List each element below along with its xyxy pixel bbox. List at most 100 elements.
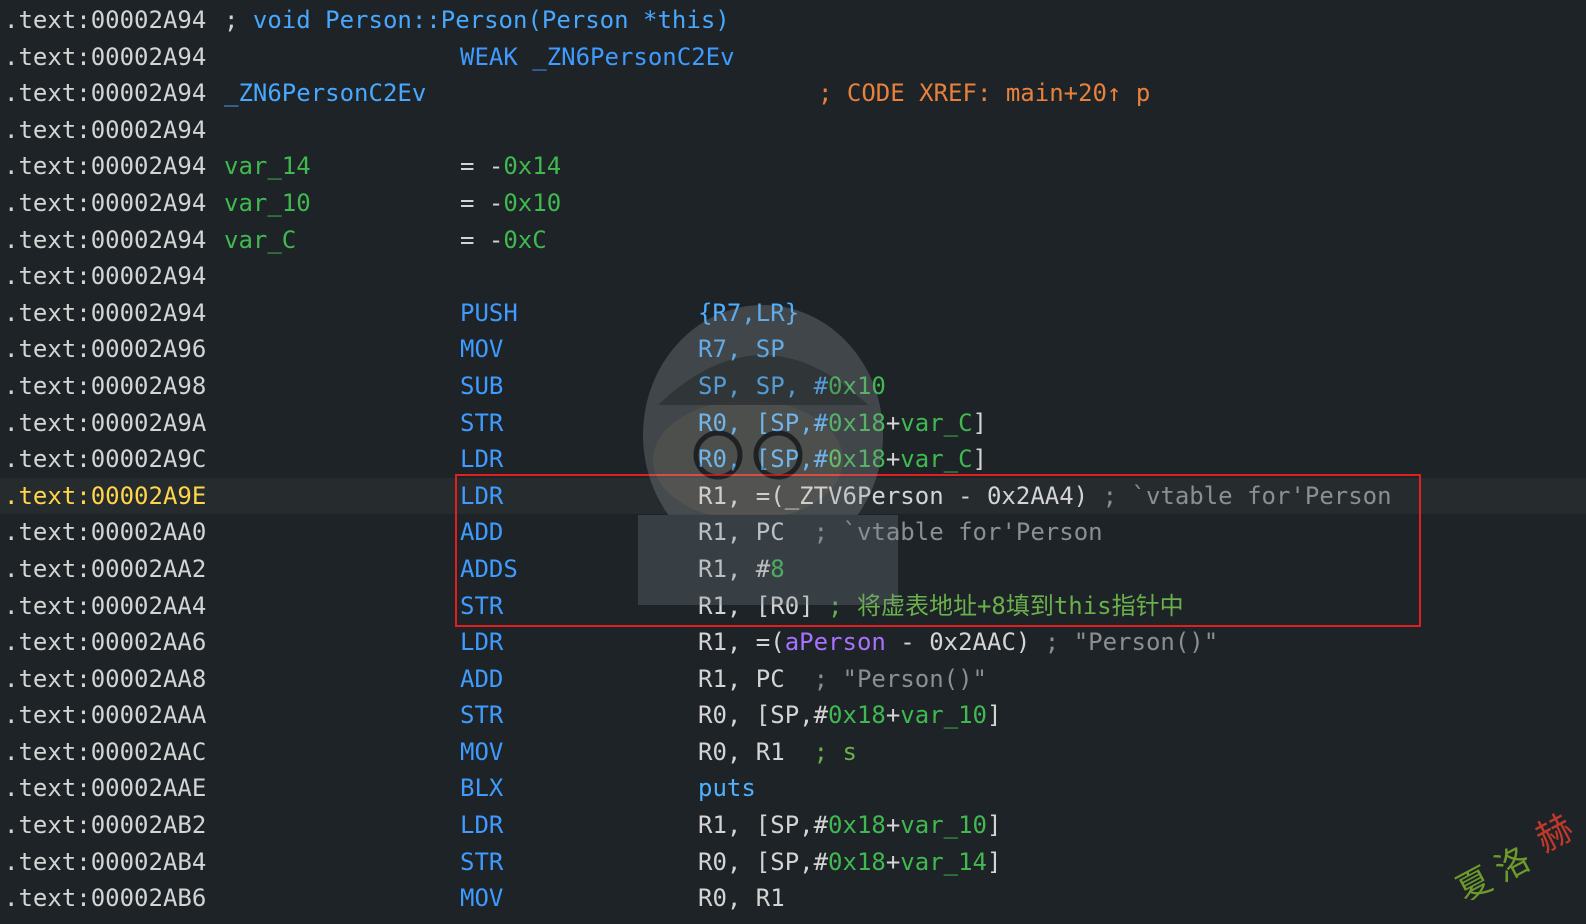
operands[interactable]: R1, #8 [698,551,785,588]
code-xref-comment[interactable]: ; CODE XREF: main+20↑ p [818,75,1150,112]
operand-part: R1, [R0] [698,591,814,620]
stack-var-row[interactable]: .text:00002A94 var_14 = -0x14 [0,148,1586,185]
function-signature-comment: ; void Person::Person(Person *this) [224,2,730,39]
address: .text:00002AA0 [4,518,207,547]
instruction-row[interactable]: .text:00002AAE BLX puts [0,770,1586,807]
operands[interactable]: R1, PC ; `vtable for'Person [698,514,1103,551]
operand-part: var_14 [900,847,987,876]
mnemonic[interactable]: STR [460,844,503,881]
operands[interactable]: SP, SP, #0x10 [698,368,886,405]
operands[interactable]: R0, [SP,#0x18+var_C] [698,441,987,478]
operands[interactable]: R1, [R0] ; 将虚表地址+8填到this指针中 [698,588,1184,625]
listing-row[interactable]: .text:00002A94 [0,112,1586,149]
operand-part: - 0x2AAC) [885,628,1031,657]
mnemonic[interactable]: MOV [460,331,503,368]
operands[interactable]: R0, [SP,#0x18+var_10] [698,697,1001,734]
weak-directive[interactable]: WEAK _ZN6PersonC2Ev [460,39,735,76]
instruction-row[interactable]: .text:00002AA0 ADD R1, PC ; `vtable for'Pe… [0,514,1586,551]
mnemonic[interactable]: MOV [460,734,503,771]
operands[interactable]: R0, R1 [698,880,785,917]
mnemonic[interactable]: STR [460,405,503,442]
operand-part: ] [972,445,987,474]
operands[interactable]: R1, =(aPerson - 0x2AAC) ; "Person()" [698,624,1218,661]
operands[interactable]: R1, [SP,#0x18+var_10] [698,807,1001,844]
stack-var-row[interactable]: .text:00002A94 var_C = -0xC [0,222,1586,259]
mnemonic[interactable]: STR [460,697,503,734]
operands[interactable]: R7, SP [698,331,785,368]
operand-part: R1, # [698,554,771,583]
operand-part: ; "Person()" [1030,628,1219,657]
operand-part: ; 将虚表地址+8填到this指针中 [813,591,1184,620]
mnemonic[interactable]: BLX [460,770,503,807]
instruction-row[interactable]: .text:00002AA2 ADDS R1, #8 [0,551,1586,588]
address: .text:00002AB4 [4,847,207,876]
stack-var-offset: = -0x10 [460,185,561,222]
address: .text:00002A94 [4,115,207,144]
instruction-row[interactable]: .text:00002AAA STR R0, [SP,#0x18+var_10] [0,697,1586,734]
mnemonic[interactable]: ADD [460,661,503,698]
stack-var-row[interactable]: .text:00002A94 var_10 = -0x10 [0,185,1586,222]
listing-row[interactable]: .text:00002A94 WEAK _ZN6PersonC2Ev [0,39,1586,76]
mnemonic[interactable]: ADDS [460,551,518,588]
instruction-row[interactable]: .text:00002AB4 STR R0, [SP,#0x18+var_14] [0,844,1586,881]
instruction-row[interactable]: .text:00002AA6 LDR R1, =(aPerson - 0x2AAC)… [0,624,1586,661]
mnemonic[interactable]: LDR [460,441,503,478]
operands[interactable]: R0, [SP,#0x18+var_14] [698,844,1001,881]
operand-part: ; s [784,737,857,766]
operand-part: aPerson [784,628,886,657]
operand-part: R7, SP [698,335,785,364]
operands[interactable]: R1, PC ; "Person()" [698,661,987,698]
operands[interactable]: R1, =(_ZTV6Person - 0x2AA4) ; `vtable fo… [698,478,1392,515]
operands[interactable]: R0, R1 ; s [698,734,857,771]
stack-var-name[interactable]: var_C [224,222,296,259]
operands[interactable]: {R7,LR} [698,295,799,332]
mnemonic[interactable]: ADD [460,514,503,551]
disassembly-listing[interactable]: .text:00002A94 ; void Person::Person(Per… [0,2,1586,917]
operands[interactable]: R0, [SP,#0x18+var_C] [698,405,987,442]
address: .text:00002AA6 [4,628,207,657]
instruction-row[interactable]: .text:00002AB2 LDR R1, [SP,#0x18+var_10] [0,807,1586,844]
operand-part: + [885,408,901,437]
address: .text:00002A94 [4,42,207,71]
mnemonic[interactable]: SUB [460,368,503,405]
offset-value: 0x10 [503,188,562,217]
operand-part: 8 [770,554,785,583]
instruction-row[interactable]: .text:00002A9C LDR R0, [SP,#0x18+var_C] [0,441,1586,478]
instruction-row[interactable]: .text:00002AB6 MOV R0, R1 [0,880,1586,917]
instruction-row[interactable]: .text:00002AA4 STR R1, [R0] ; 将虚表地址+8填到thi… [0,588,1586,625]
address: .text:00002A94 [4,262,207,291]
mnemonic[interactable]: STR [460,588,503,625]
operand-part: 0x18 [828,701,886,730]
address: .text:00002A9A [4,408,207,437]
operand-part: 0x18 [828,847,886,876]
instruction-row[interactable]: .text:00002A9A STR R0, [SP,#0x18+var_C] [0,405,1586,442]
instruction-row[interactable]: .text:00002AAC MOV R0, R1 ; s [0,734,1586,771]
listing-row[interactable]: .text:00002A94 ; void Person::Person(Per… [0,2,1586,39]
operand-part: R1, PC [698,518,785,547]
instruction-row[interactable]: .text:00002A94 PUSH {R7,LR} [0,295,1586,332]
mnemonic[interactable]: PUSH [460,295,518,332]
operand-part: + [885,445,901,474]
operand-part: R0, [SP,# [698,847,829,876]
operand-part: R0, R1 [698,737,785,766]
operands[interactable]: puts [698,770,756,807]
stack-var-name[interactable]: var_14 [224,148,311,185]
address: .text:00002A94 [4,225,207,254]
stack-var-name[interactable]: var_10 [224,185,311,222]
operand-part: 0x18 [828,408,886,437]
operand-part: ] [972,408,987,437]
mnemonic[interactable]: LDR [460,478,503,515]
operand-part: R1, [SP,# [698,811,829,840]
instruction-row[interactable]: .text:00002A96 MOV R7, SP [0,331,1586,368]
mnemonic[interactable]: MOV [460,880,503,917]
address: .text:00002AAA [4,701,207,730]
operand-part: + [885,847,901,876]
instruction-row-current[interactable]: .text:00002A9E LDR R1, =(_ZTV6Person - 0x2… [0,477,1586,515]
listing-row[interactable]: .text:00002A94 _ZN6PersonC2Ev ; CODE XRE… [0,75,1586,112]
mnemonic[interactable]: LDR [460,807,503,844]
instruction-row[interactable]: .text:00002A98 SUB SP, SP, #0x10 [0,368,1586,405]
mnemonic[interactable]: LDR [460,624,503,661]
function-label[interactable]: _ZN6PersonC2Ev [224,75,426,112]
listing-row[interactable]: .text:00002A94 [0,258,1586,295]
instruction-row[interactable]: .text:00002AA8 ADD R1, PC ; "Person()" [0,661,1586,698]
